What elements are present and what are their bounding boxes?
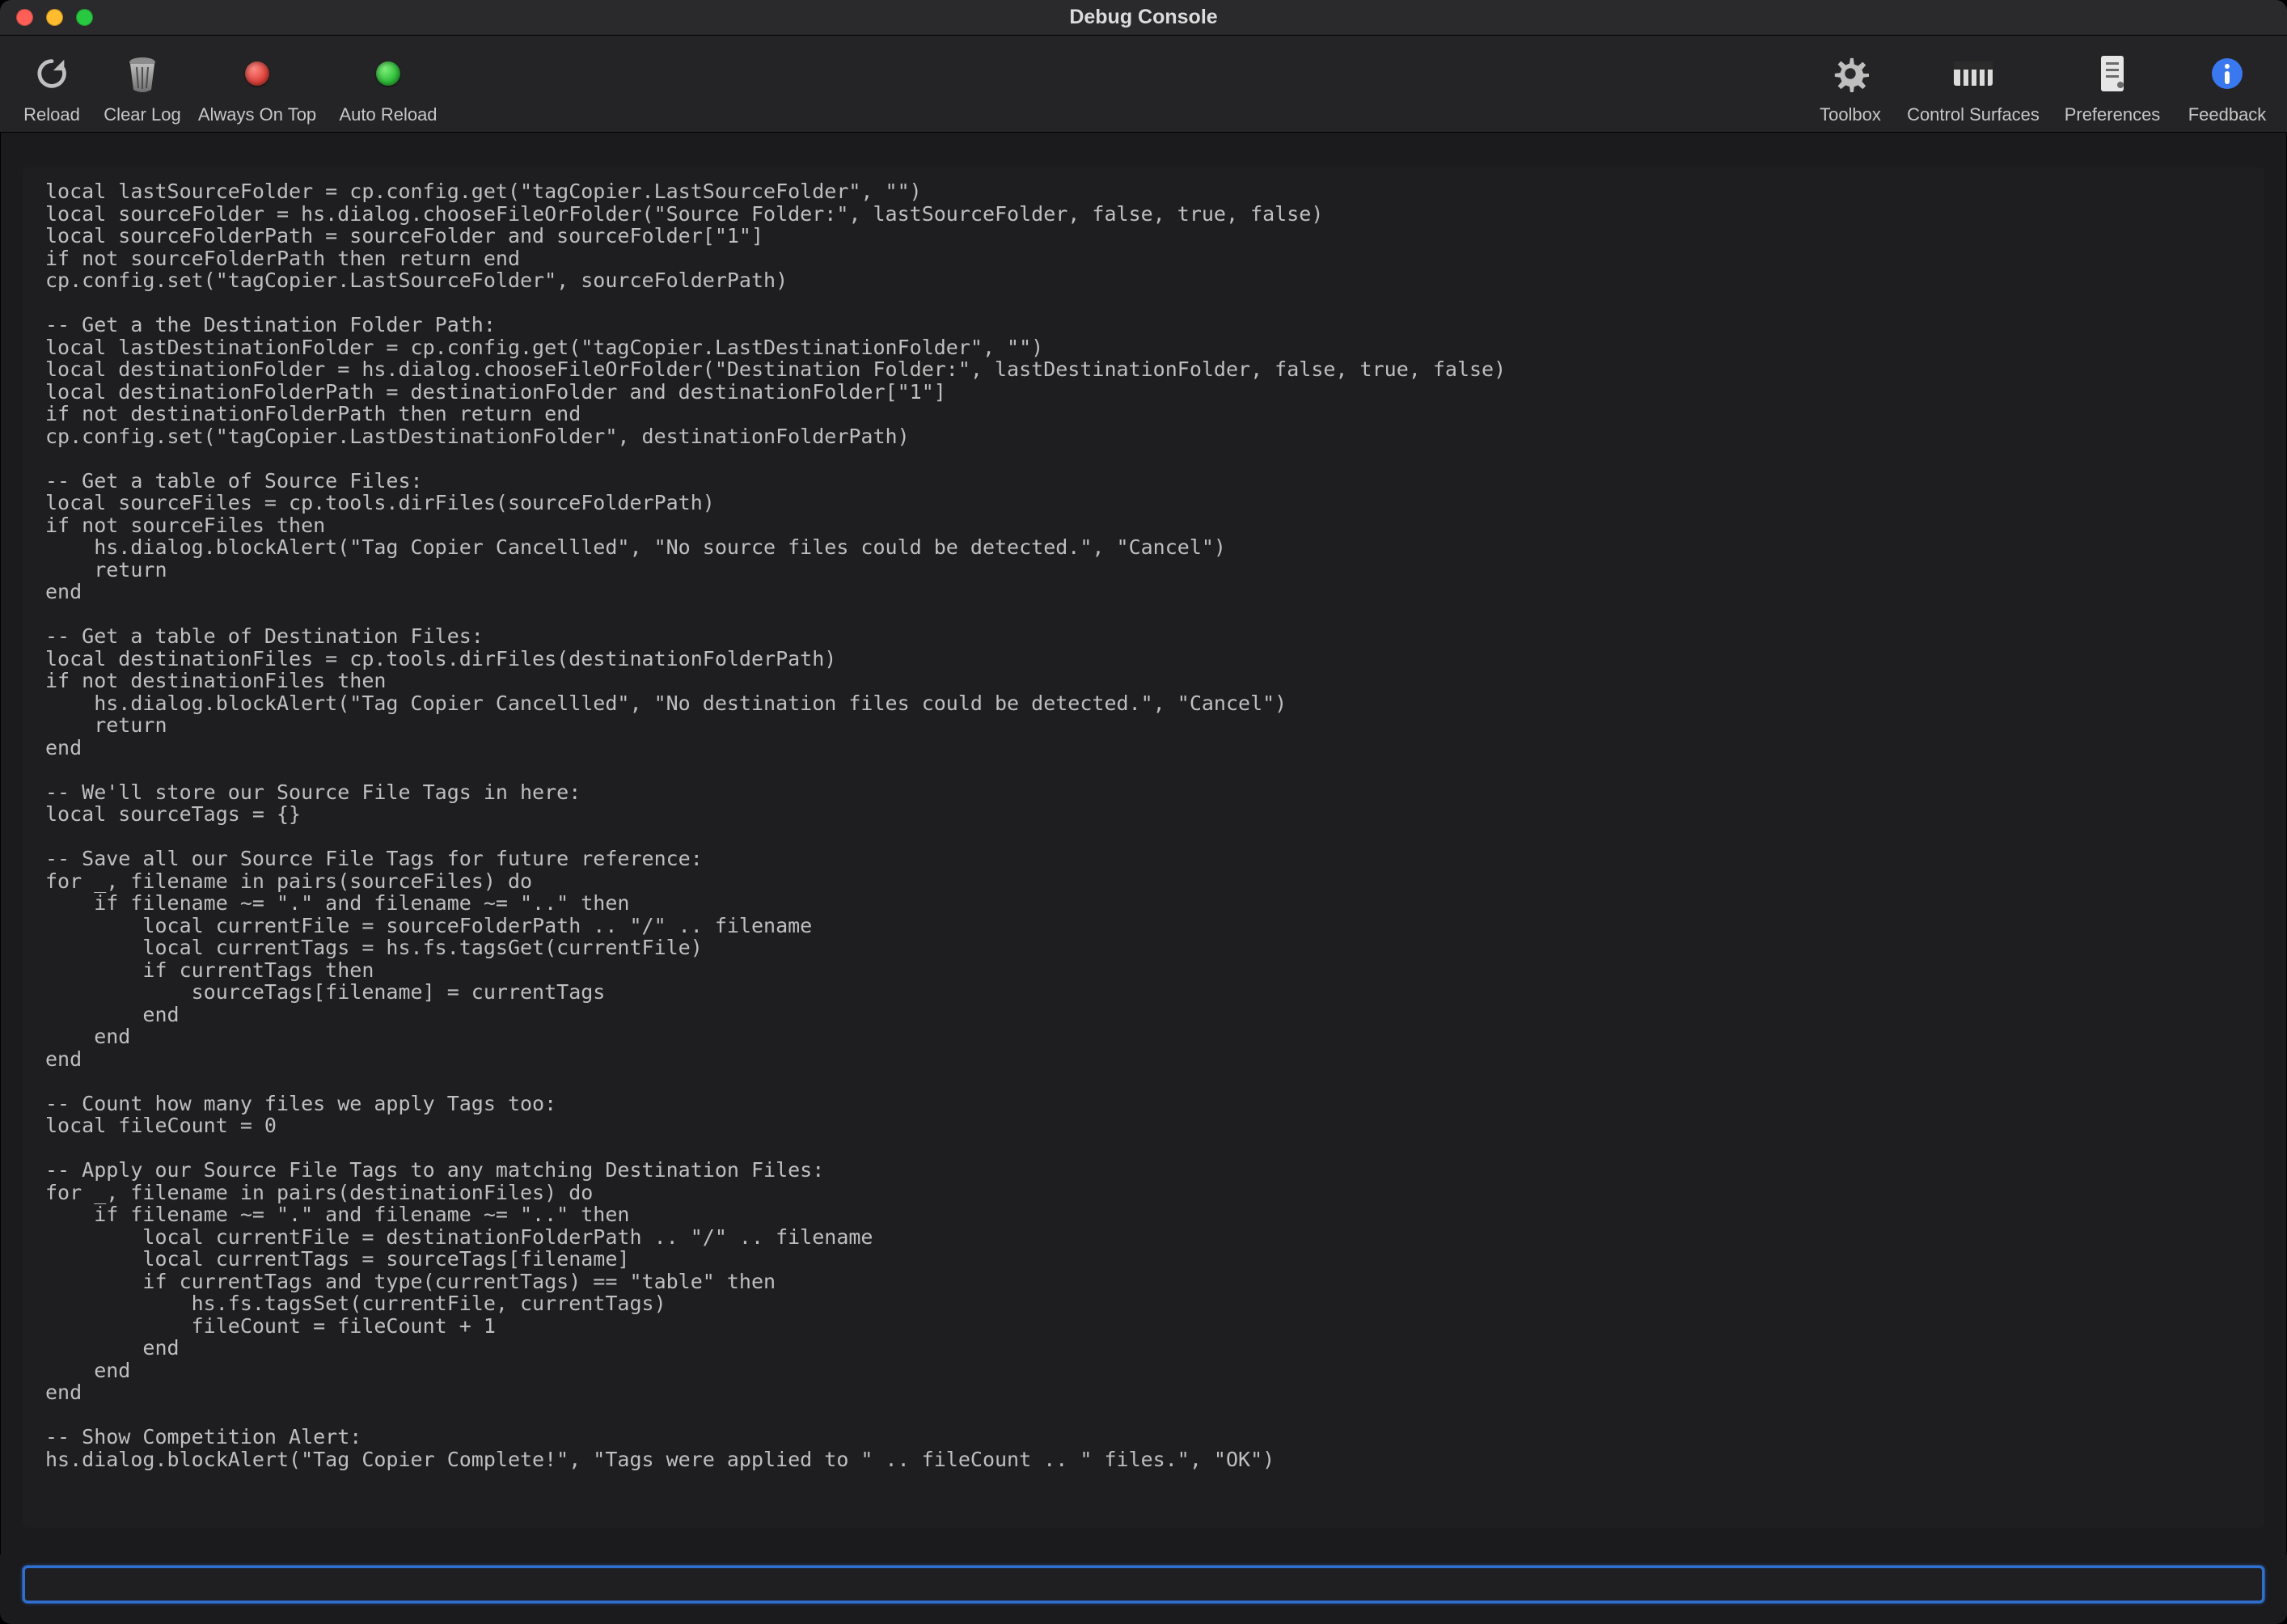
toolbar-item-label: Preferences <box>2065 104 2161 125</box>
toolbar-item-label: Toolbox <box>1820 104 1881 125</box>
log-output[interactable]: local lastSourceFolder = cp.config.get("… <box>23 167 2264 1528</box>
command-input[interactable] <box>23 1566 2264 1603</box>
feedback-button[interactable]: Feedback <box>2179 36 2276 132</box>
clear-log-button[interactable]: Clear Log <box>102 36 183 132</box>
preferences-icon <box>2096 44 2128 103</box>
info-icon <box>2210 44 2244 103</box>
gear-icon <box>1832 44 1869 103</box>
toolbar-item-label: Clear Log <box>104 104 180 125</box>
status-dot-red-icon <box>245 44 269 103</box>
reload-icon <box>33 44 70 103</box>
toolbar-item-label: Control Surfaces <box>1907 104 2040 125</box>
zoom-window-button[interactable] <box>76 9 93 26</box>
toolbar-left-group: Reload <box>11 36 445 132</box>
window-controls <box>0 9 93 26</box>
minimize-window-button[interactable] <box>46 9 63 26</box>
command-input-bar <box>0 1554 2287 1624</box>
toolbar-item-label: Feedback <box>2188 104 2267 125</box>
trash-icon <box>125 44 159 103</box>
toolbar-right-group: Toolbox Control Surfaces <box>1810 36 2276 132</box>
debug-console-window: Debug Console Reload <box>0 0 2287 1624</box>
keyboard-icon <box>1952 44 1994 103</box>
status-dot-green-icon <box>376 44 400 103</box>
toolbar: Reload <box>0 36 2287 133</box>
close-window-button[interactable] <box>16 9 33 26</box>
reload-button[interactable]: Reload <box>11 36 92 132</box>
control-surfaces-button[interactable]: Control Surfaces <box>1900 36 2046 132</box>
toolbox-button[interactable]: Toolbox <box>1810 36 1891 132</box>
toolbar-spacer <box>445 36 1810 132</box>
toolbar-item-label: Reload <box>23 104 80 125</box>
titlebar: Debug Console <box>0 0 2287 36</box>
auto-reload-toggle[interactable]: Auto Reload <box>332 36 445 132</box>
preferences-button[interactable]: Preferences <box>2056 36 2169 132</box>
window-title: Debug Console <box>0 6 2287 29</box>
always-on-top-toggle[interactable]: Always On Top <box>192 36 322 132</box>
log-area-wrap: local lastSourceFolder = cp.config.get("… <box>0 133 2287 1554</box>
toolbar-item-label: Always On Top <box>198 104 316 125</box>
toolbar-item-label: Auto Reload <box>339 104 437 125</box>
